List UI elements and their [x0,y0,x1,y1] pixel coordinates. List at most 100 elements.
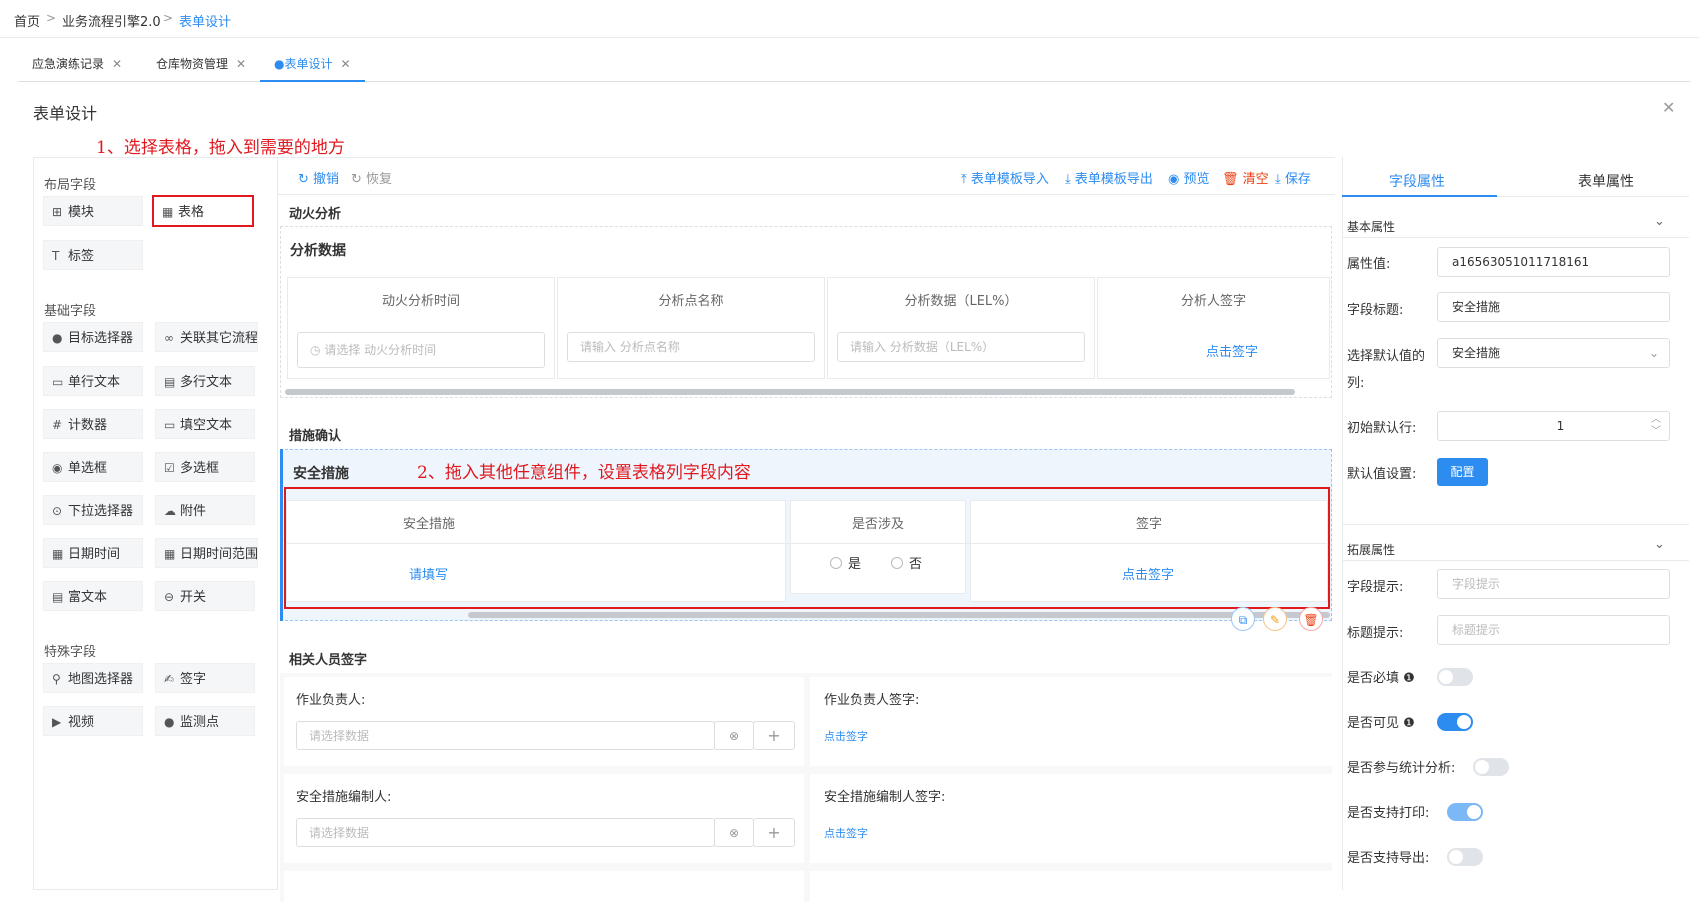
palette-label: 模块 [68,205,95,220]
chevron-down-icon: ⌄ [1648,346,1659,360]
map-pin-icon: ⚲ [52,672,61,686]
palette-label-field[interactable]: T 标签 [43,240,143,270]
palette-checkbox[interactable]: ☑ 多选框 [155,452,255,482]
palette-richtext[interactable]: ▤ 富文本 [43,581,143,611]
delete-icon[interactable]: 🗑 [1299,607,1323,631]
preview-button[interactable]: ◉ 预览 [1168,168,1210,187]
chevron-down-icon[interactable]: ﹀ [1651,418,1661,446]
fill-link[interactable]: 请填写 [409,564,448,583]
add-icon[interactable]: + [753,721,795,750]
visible-label: 是否可见 ❶ [1347,712,1415,731]
field-label: 安全措施编制人: [296,790,392,805]
palette-table[interactable]: ▦ 表格 [152,195,254,227]
print-toggle[interactable] [1447,803,1483,821]
calendar-icon: ▦ [52,547,64,561]
export-toggle[interactable] [1447,848,1483,866]
user-icon: ● [52,331,63,345]
close-icon[interactable]: ✕ [112,57,122,71]
clear-button[interactable]: 🗑 清空 [1222,168,1269,187]
section-measures: 措施确认 [289,429,342,444]
init-rows-stepper[interactable]: 1 ︿ ﹀ [1437,411,1670,441]
field-title-input[interactable]: 安全措施 [1437,292,1670,322]
config-button[interactable]: 配置 [1437,458,1488,486]
default-column-select[interactable]: 安全措施 ⌄ [1437,338,1670,368]
palette-counter[interactable]: # 计数器 [43,409,143,439]
tab-label: ●表单设计 [274,57,333,71]
close-icon[interactable]: ✕ [236,57,246,71]
analysis-point-input[interactable]: 请输入 分析点名称 [567,332,815,362]
palette-dropdown[interactable]: ⊙ 下拉选择器 [43,495,143,525]
required-toggle[interactable] [1437,668,1473,686]
chevron-down-icon[interactable]: ⌄ [1654,537,1665,552]
chevron-down-icon[interactable]: ⌄ [1654,214,1665,229]
palette-label: 日期时间 [68,547,121,562]
person-select-input[interactable]: 请选择数据 [296,721,715,750]
location-icon: ● [164,715,175,729]
required-text: 是否必填 [1347,671,1400,686]
stepper-value: 1 [1556,419,1565,433]
close-icon[interactable]: ✕ [340,57,350,71]
stats-toggle[interactable] [1473,758,1509,776]
close-icon[interactable]: ✕ [1662,98,1675,117]
palette-label: 关联其它流程 [180,331,258,346]
sign-link[interactable]: 点击签字 [824,825,868,841]
palette-module[interactable]: ⊞ 模块 [43,196,143,226]
palette-video[interactable]: ▶ 视频 [43,706,143,736]
palette-signature[interactable]: ✍ 签字 [155,663,255,693]
analysis-data-input[interactable]: 请输入 分析数据（LEL%） [837,332,1085,362]
palette-switch[interactable]: ⊖ 开关 [155,581,255,611]
title-hint-label: 标题提示: [1347,626,1404,641]
horizontal-scrollbar[interactable] [468,612,1330,618]
form-item [284,871,804,902]
analysis-time-input[interactable]: ◷ 请选择 动火分析时间 [297,332,545,368]
brush-icon[interactable]: ✎ [1263,607,1287,631]
hint-label: 字段提示: [1347,580,1404,595]
visible-text: 是否可见 [1347,716,1400,731]
palette-monitor-point[interactable]: ● 监测点 [155,706,255,736]
divider [286,543,1328,544]
tab-emergency-drill[interactable]: 应急演练记录 ✕ [18,46,136,82]
stats-label: 是否参与统计分析: [1347,761,1456,776]
breadcrumb-home[interactable]: 首页 [14,11,40,30]
dropdown-icon: ⊙ [52,504,63,518]
breadcrumb-engine[interactable]: 业务流程引擎2.0 [62,11,161,30]
radio-no[interactable]: 否 [891,553,922,572]
visible-toggle[interactable] [1437,713,1473,731]
import-template-button[interactable]: ⤒ 表单模板导入 [961,168,1049,187]
person-select-input[interactable]: 请选择数据 [296,818,715,847]
palette-multi-text[interactable]: ▤ 多行文本 [155,366,255,396]
tab-warehouse[interactable]: 仓库物资管理 ✕ [142,46,260,82]
undo-button[interactable]: ↻ 撤销 [298,168,339,187]
tab-form-design[interactable]: ●表单设计 ✕ [260,46,365,82]
redo-button[interactable]: ↻ 恢复 [351,168,392,187]
copy-icon[interactable]: ⧉ [1231,607,1255,631]
save-button[interactable]: ⤓ 保存 [1275,168,1311,187]
radio-yes[interactable]: 是 [830,553,861,572]
add-icon[interactable]: + [753,818,795,847]
sign-link[interactable]: 点击签字 [1122,564,1174,583]
export-template-button[interactable]: ⤓ 表单模板导出 [1065,168,1153,187]
palette-target-selector[interactable]: ● 目标选择器 [43,322,143,352]
init-rows-label: 初始默认行: [1347,421,1417,436]
clear-circle-icon[interactable]: ⊗ [714,721,754,750]
hint-input[interactable]: 字段提示 [1437,569,1670,599]
sign-link[interactable]: 点击签字 [824,728,868,744]
palette-single-text[interactable]: ▭ 单行文本 [43,366,143,396]
palette-related-process[interactable]: ∞ 关联其它流程 [155,322,258,352]
title-hint-input[interactable]: 标题提示 [1437,615,1670,645]
palette-datetime-range[interactable]: ▦ 日期时间范围 [155,538,258,568]
palette-datetime[interactable]: ▦ 日期时间 [43,538,143,568]
palette-label: 计数器 [68,418,108,433]
tab-label: 应急演练记录 [32,57,105,71]
palette-attachment[interactable]: ☁ 附件 [155,495,255,525]
palette-radio[interactable]: ◉ 单选框 [43,452,143,482]
palette-map-selector[interactable]: ⚲ 地图选择器 [43,663,143,693]
clear-circle-icon[interactable]: ⊗ [714,818,754,847]
tab-form-properties[interactable]: 表单属性 [1578,171,1634,191]
input-placeholder: 请选择 动火分析时间 [324,343,437,357]
horizontal-scrollbar[interactable] [285,389,1295,395]
layout-group-title: 布局字段 [44,178,97,193]
palette-fill-text[interactable]: ▭ 填空文本 [155,409,255,439]
attr-value-input[interactable]: a16563051011718161 [1437,247,1670,277]
sign-link[interactable]: 点击签字 [1206,341,1258,360]
